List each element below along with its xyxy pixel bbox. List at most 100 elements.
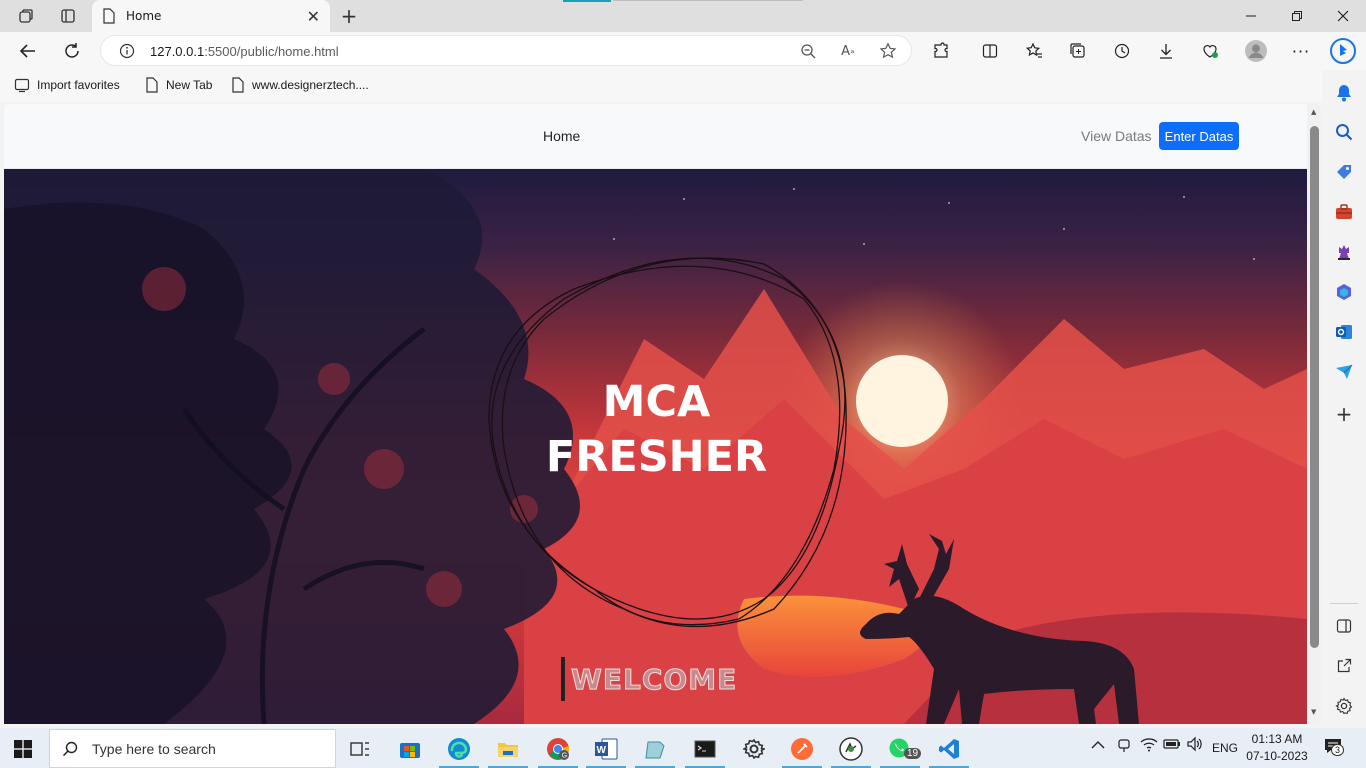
shopping-tag-icon[interactable] [1333,161,1355,183]
favorites-icon[interactable] [1019,36,1049,66]
notepad-app-icon[interactable] [633,732,677,768]
whatsapp-icon[interactable]: 19 [878,732,922,768]
back-icon[interactable] [13,36,43,66]
tools-briefcase-icon[interactable] [1333,201,1355,223]
split-screen-icon[interactable] [975,36,1005,66]
history-icon[interactable] [1107,36,1137,66]
svg-text:G: G [562,753,567,760]
url-text[interactable]: 127.0.0.1:5500/public/home.html [150,44,339,59]
vscode-icon[interactable] [927,732,971,768]
settings-icon[interactable] [732,732,776,766]
scroll-thumb[interactable] [1310,126,1319,648]
clock-time: 01:13 AM [1251,732,1303,746]
hero-title-line2: FRESHER [545,432,768,482]
add-sidebar-item-icon[interactable]: + [1333,402,1355,426]
search-icon[interactable] [1333,121,1355,143]
scroll-down-icon[interactable]: ▼ [1311,708,1316,716]
more-menu-icon[interactable]: ··· [1286,36,1316,66]
typing-cursor [561,657,565,701]
page-icon [103,8,115,24]
sidebar-divider [1330,603,1358,604]
refresh-icon[interactable] [57,36,87,66]
edge-browser-icon[interactable] [437,732,481,768]
welcome-text: WELCOME [570,663,738,697]
info-icon[interactable] [117,42,137,60]
settings-gear-icon[interactable] [1333,695,1355,717]
zoom-out-icon[interactable] [798,42,818,60]
svg-text:W: W [597,745,607,756]
nav-view-datas-link[interactable]: View Datas [1081,128,1152,144]
microsoft-365-icon[interactable] [1333,281,1355,303]
close-window-icon[interactable] [1320,0,1366,32]
fav-import-favorites[interactable]: Import favorites [14,77,120,93]
minimize-icon[interactable] [1228,0,1274,32]
system-clock[interactable]: 01:13 AM 07-10-2023 [1246,731,1308,765]
extensions-icon[interactable] [926,36,956,66]
chrome-icon[interactable]: G [536,732,580,768]
tab-home[interactable]: Home ✕ [92,0,330,32]
mongodb-compass-icon[interactable] [829,732,873,768]
language-indicator[interactable]: ENG [1212,741,1238,755]
edge-sidebar: + [1322,70,1366,728]
start-windows-icon[interactable] [3,732,43,766]
nav-home-link[interactable]: Home [543,128,580,144]
restore-icon[interactable] [1274,0,1320,32]
page-icon [146,77,158,93]
notification-count: 3 [1331,744,1345,756]
fav-designerztech[interactable]: www.designerztech.... [231,77,369,93]
fav-new-tab[interactable]: New Tab [145,77,212,93]
word-icon[interactable]: W [584,732,628,768]
microsoft-store-icon[interactable] [388,732,432,766]
hero-title: MCA FRESHER [534,375,779,485]
page-icon [232,77,244,93]
enter-datas-button[interactable]: Enter Datas [1159,122,1239,150]
hide-sidebar-icon[interactable] [1333,615,1355,637]
taskbar-search-box[interactable]: Type here to search [49,729,336,768]
whatsapp-badge: 19 [904,748,922,759]
import-icon [14,78,30,93]
favorite-star-icon[interactable] [878,42,898,60]
search-icon [62,741,78,756]
open-external-icon[interactable] [1333,655,1355,677]
wifi-icon[interactable] [1140,736,1158,755]
browser-toolbar: 127.0.0.1:5500/public/home.html A» ··· [0,32,1366,70]
site-navbar: Home View Datas Enter Datas [4,104,1307,169]
outlook-icon[interactable] [1333,321,1355,343]
clock-date: 07-10-2023 [1246,749,1308,763]
loading-track [613,0,803,1]
profile-avatar[interactable] [1241,36,1271,66]
games-icon[interactable] [1333,241,1355,263]
file-explorer-icon[interactable] [486,732,530,768]
tab-actions-icon[interactable] [54,4,82,28]
postman-icon[interactable] [780,732,824,768]
bell-icon[interactable] [1333,82,1355,104]
task-view-icon[interactable] [338,732,382,766]
close-tab-icon[interactable]: ✕ [307,7,320,26]
volume-icon[interactable] [1186,736,1204,755]
favorites-bar: Import favorites New Tab www.designerzte… [0,70,1366,102]
hero-section: MCA FRESHER WELCOME [4,169,1307,724]
notification-center-icon[interactable]: 3 [1323,736,1345,759]
page-viewport: Home View Datas Enter Datas MCA FRESHER … [4,104,1322,724]
loading-indicator [563,0,611,2]
read-aloud-icon[interactable]: A» [838,42,858,60]
tab-title: Home [126,9,162,23]
address-bar[interactable]: 127.0.0.1:5500/public/home.html A» [100,35,912,66]
workspaces-icon[interactable] [12,4,40,28]
search-placeholder: Type here to search [92,740,216,757]
terminal-icon[interactable] [683,732,727,768]
send-icon[interactable] [1333,361,1355,383]
hero-title-line1: MCA [602,377,711,427]
collections-icon[interactable] [1063,36,1093,66]
tab-strip: Home ✕ + [0,0,1366,32]
windows-taskbar: Type here to search G W 19 ENG 01:13 AM … [0,728,1366,768]
browser-essentials-icon[interactable] [1195,36,1225,66]
scroll-up-icon[interactable]: ▲ [1311,108,1316,116]
meet-now-icon[interactable] [1116,736,1132,757]
copilot-icon[interactable] [1328,36,1358,66]
new-tab-button[interactable]: + [336,4,362,28]
show-hidden-icons[interactable] [1091,739,1105,753]
battery-icon[interactable] [1163,736,1181,755]
page-scrollbar[interactable]: ▲ ▼ [1307,104,1322,724]
downloads-icon[interactable] [1151,36,1181,66]
